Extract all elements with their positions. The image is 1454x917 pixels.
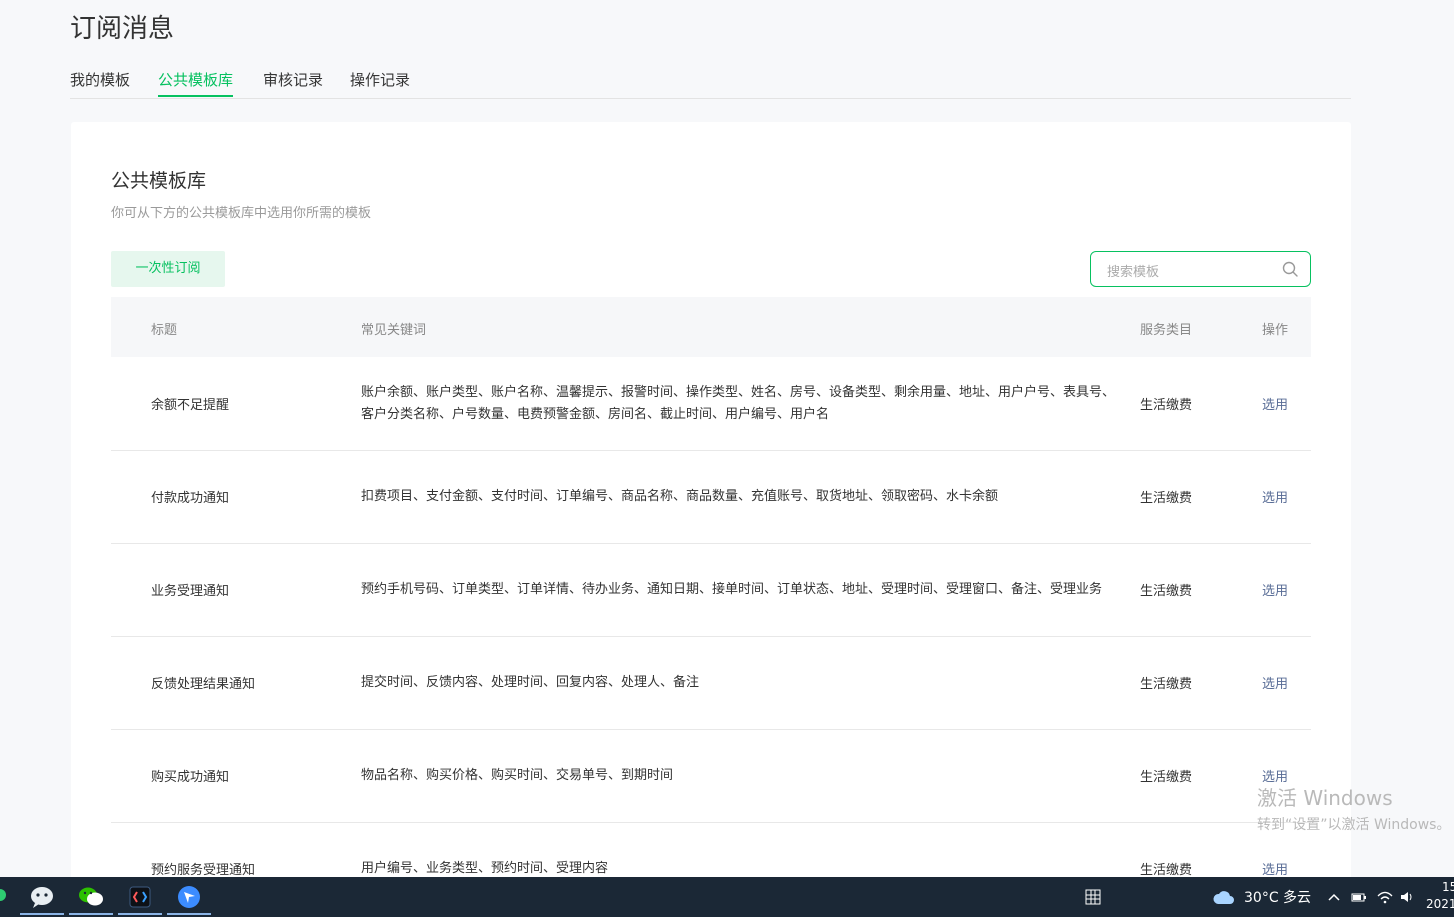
battery-icon[interactable] [1351,877,1367,917]
tab-operation-records[interactable]: 操作记录 [350,68,410,97]
table-row: 业务受理通知 预约手机号码、订单类型、订单详情、待办业务、通知日期、接单时间、订… [111,543,1311,637]
row-service: 生活缴费 [1140,584,1193,599]
row-title: 付款成功通知 [151,491,230,506]
row-keywords: 账户余额、账户类型、账户名称、温馨提示、报警时间、操作类型、姓名、房号、设备类型… [361,384,1116,422]
row-title: 余额不足提醒 [151,398,230,413]
clock[interactable]: 15 2021 [1426,879,1454,913]
wifi-icon[interactable] [1377,877,1393,917]
code-editor-icon[interactable] [118,881,162,915]
search-icon[interactable] [1282,261,1298,277]
chat-app-icon[interactable] [20,881,64,915]
watermark-title: 激活 Windows [1257,786,1393,810]
row-keywords: 扣费项目、支付金额、支付时间、订单编号、商品名称、商品数量、充值账号、取货地址、… [361,488,999,504]
header-operation: 操作 [1262,323,1289,338]
tab-public-library[interactable]: 公共模板库 [158,68,234,97]
chevron-up-icon[interactable] [1328,877,1340,917]
section-description: 你可从下方的公共模板库中选用你所需的模板 [111,206,372,221]
select-link[interactable]: 选用 [1262,543,1288,636]
library-card: 公共模板库 你可从下方的公共模板库中选用你所需的模板 一次性订阅 搜索模板 标题… [71,122,1351,916]
row-keywords: 预约手机号码、订单类型、订单详情、待办业务、通知日期、接单时间、订单状态、地址、… [361,581,1103,597]
table-row: 反馈处理结果通知 提交时间、反馈内容、处理时间、回复内容、处理人、备注 生活缴费… [111,636,1311,730]
row-service: 生活缴费 [1140,491,1193,506]
row-title: 反馈处理结果通知 [151,677,256,692]
row-title: 购买成功通知 [151,770,230,785]
one-time-subscribe-button[interactable]: 一次性订阅 [111,251,225,287]
watermark-subtitle: 转到“设置”以激活 Windows。 [1257,817,1451,833]
wechat-icon[interactable] [69,881,113,915]
edge-indicator-icon [0,889,6,901]
page-title: 订阅消息 [70,14,175,44]
table-row: 余额不足提醒 账户余额、账户类型、账户名称、温馨提示、报警时间、操作类型、姓名、… [111,357,1311,451]
cloud-icon [1213,891,1234,904]
row-service: 生活缴费 [1140,770,1193,785]
row-service: 生活缴费 [1140,677,1193,692]
row-title: 业务受理通知 [151,584,230,599]
taskbar: 30°C 多云 15 2021 [0,877,1454,917]
row-keywords: 提交时间、反馈内容、处理时间、回复内容、处理人、备注 [361,674,700,690]
clock-date: 2021 [1426,897,1454,911]
clock-time: 15 [1442,880,1454,894]
select-link[interactable]: 选用 [1262,450,1288,543]
ime-icon[interactable] [1085,877,1101,917]
header-title: 标题 [151,323,178,338]
row-keywords: 物品名称、购买价格、购买时间、交易单号、到期时间 [361,767,674,783]
weather-widget[interactable]: 30°C 多云 [1212,877,1311,917]
search-input[interactable]: 搜索模板 [1090,251,1311,287]
tab-my-templates[interactable]: 我的模板 [70,68,130,97]
header-keywords: 常见关键词 [361,323,427,338]
select-link[interactable]: 选用 [1262,636,1288,729]
weather-text: 30°C 多云 [1244,890,1312,906]
table-row: 付款成功通知 扣费项目、支付金额、支付时间、订单编号、商品名称、商品数量、充值账… [111,450,1311,544]
section-title: 公共模板库 [111,170,207,192]
volume-icon[interactable] [1399,877,1415,917]
row-service: 生活缴费 [1140,398,1193,413]
header-service: 服务类目 [1140,323,1193,338]
tab-bar: 我的模板 公共模板库 审核记录 操作记录 [70,68,1351,99]
activation-watermark: 激活 Windows 转到“设置”以激活 Windows。 [1257,782,1450,834]
select-link[interactable]: 选用 [1262,357,1288,450]
search-placeholder: 搜索模板 [1107,265,1160,280]
table-header: 标题 常见关键词 服务类目 操作 [111,297,1311,357]
feishu-icon[interactable] [167,881,211,915]
table-row: 购买成功通知 物品名称、购买价格、购买时间、交易单号、到期时间 生活缴费 选用 [111,729,1311,823]
tab-review-records[interactable]: 审核记录 [263,68,323,97]
